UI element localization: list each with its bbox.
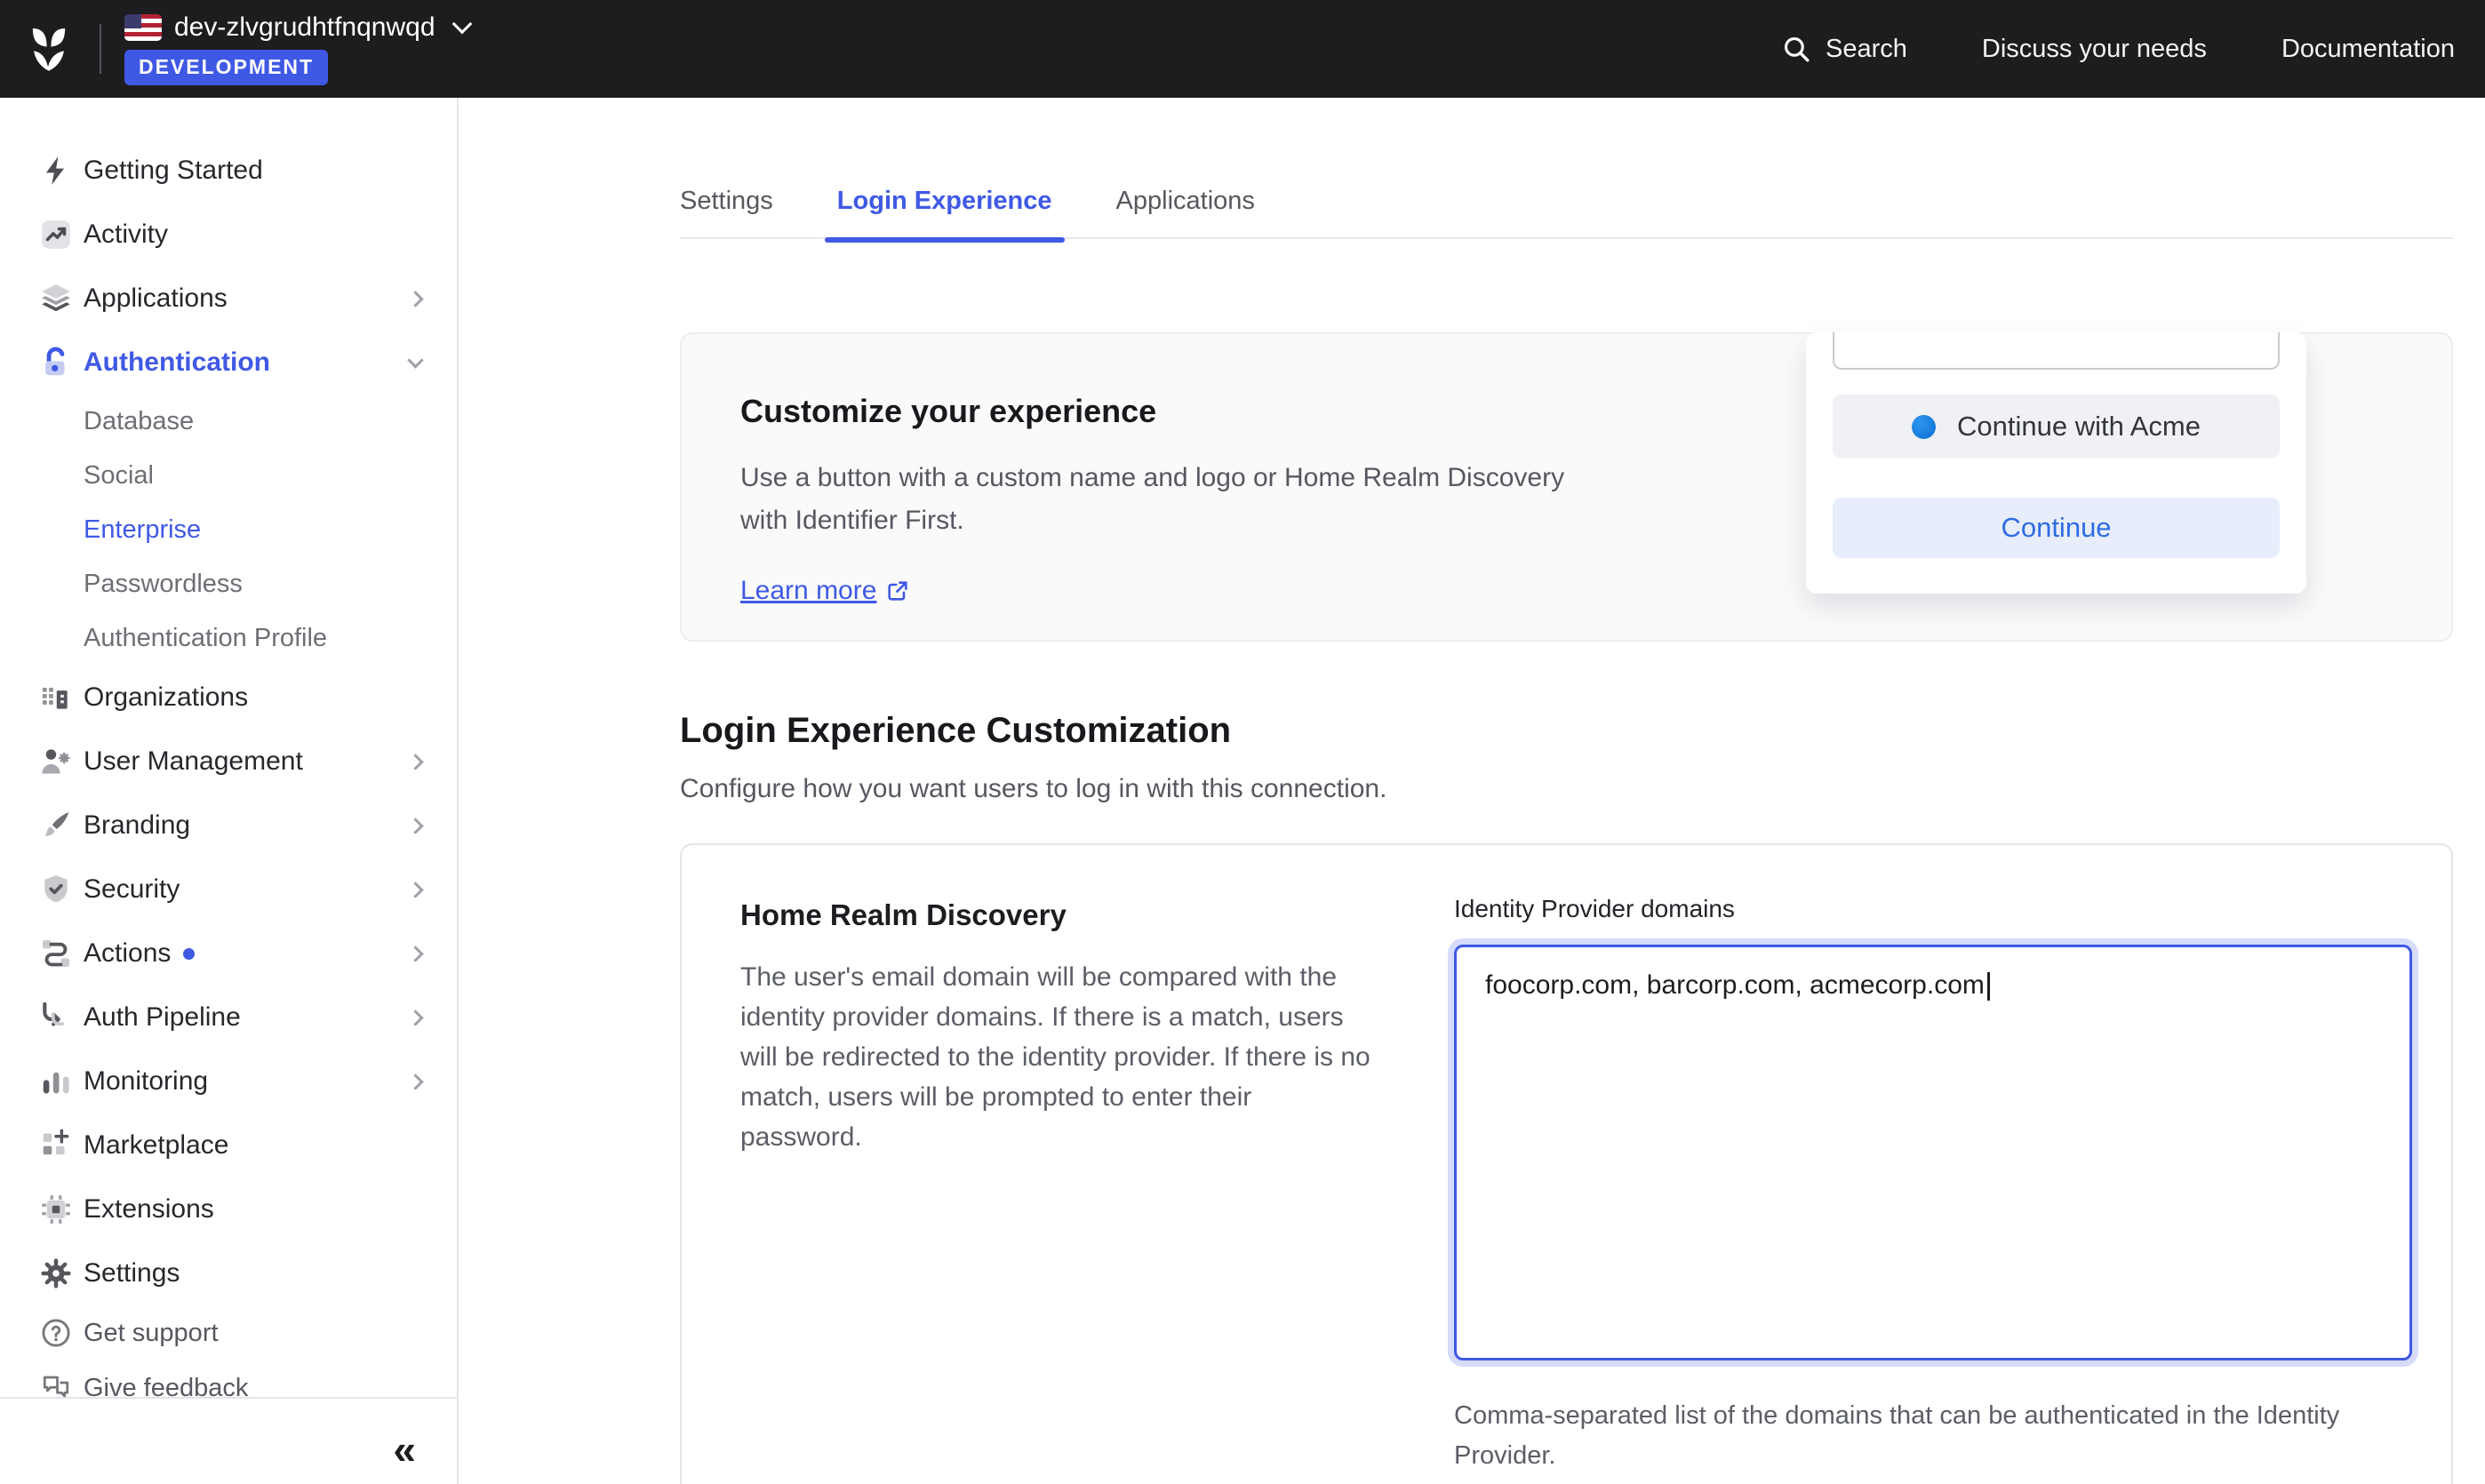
tenant-switcher[interactable]: dev-zlvgrudhtfnqnwqd DEVELOPMENT xyxy=(124,12,469,85)
customize-card-title: Customize your experience xyxy=(740,393,1611,430)
tab-settings[interactable]: Settings xyxy=(680,187,773,216)
home-realm-discovery-description: The user's email domain will be compared… xyxy=(740,957,1371,1157)
sidebar-item-applications[interactable]: Applications xyxy=(0,267,457,331)
tab-applications[interactable]: Applications xyxy=(1116,187,1255,216)
chip-icon xyxy=(36,1193,76,1226)
sidebar-item-monitoring[interactable]: Monitoring xyxy=(0,1049,457,1113)
chevron-right-icon xyxy=(407,945,423,961)
identity-provider-domains-helper: Comma-separated list of the domains that… xyxy=(1454,1396,2423,1476)
us-flag-icon xyxy=(124,14,162,41)
gear-icon xyxy=(36,1257,76,1290)
sidebar-item-user-management[interactable]: User Management xyxy=(0,730,457,794)
sidebar-item-passwordless[interactable]: Passwordless xyxy=(0,557,457,611)
collapse-sidebar-button[interactable]: « xyxy=(393,1429,416,1470)
login-preview-panel: Continue with Acme Continue xyxy=(1806,332,2306,594)
customize-card-description: Use a button with a custom name and logo… xyxy=(740,457,1585,542)
layers-icon xyxy=(36,282,76,315)
lightning-icon xyxy=(36,154,76,187)
sidebar-item-actions[interactable]: Actions xyxy=(0,922,457,985)
topbar-divider xyxy=(100,24,101,74)
chevron-right-icon xyxy=(407,291,423,307)
organizations-icon xyxy=(36,681,76,714)
tab-login-experience[interactable]: Login Experience xyxy=(837,187,1052,216)
continue-with-acme-button[interactable]: Continue with Acme xyxy=(1833,395,2280,459)
customize-experience-card: Customize your experience Use a button w… xyxy=(680,332,2453,642)
chevron-right-icon xyxy=(407,1009,423,1025)
chevron-right-icon xyxy=(407,818,423,834)
sidebar-item-extensions[interactable]: Extensions xyxy=(0,1177,457,1241)
search-icon xyxy=(1781,34,1811,64)
home-realm-discovery-title: Home Realm Discovery xyxy=(740,898,1371,932)
search-button[interactable]: Search xyxy=(1781,34,1907,64)
user-gear-icon xyxy=(36,745,76,778)
feedback-bubbles-icon xyxy=(36,1372,76,1404)
sidebar-item-organizations[interactable]: Organizations xyxy=(0,666,457,730)
environment-badge: DEVELOPMENT xyxy=(124,50,328,85)
sidebar: Getting Started Activity Applications Au… xyxy=(0,98,459,1484)
text-caret xyxy=(1987,972,1990,1001)
sidebar-item-activity[interactable]: Activity xyxy=(0,203,457,267)
bar-chart-icon xyxy=(36,1065,76,1098)
chevron-down-icon xyxy=(407,352,423,368)
sidebar-item-database[interactable]: Database xyxy=(0,395,457,449)
learn-more-link[interactable]: Learn more xyxy=(740,576,910,606)
marketplace-icon xyxy=(36,1129,76,1162)
flow-connector-icon xyxy=(36,937,76,970)
search-label: Search xyxy=(1826,35,1907,64)
chevron-right-icon xyxy=(407,1073,423,1089)
sidebar-item-social[interactable]: Social xyxy=(0,449,457,503)
chevron-right-icon xyxy=(407,882,423,898)
sidebar-item-authentication[interactable]: Authentication xyxy=(0,331,457,395)
sidebar-item-branding[interactable]: Branding xyxy=(0,794,457,858)
auth0-logo[interactable] xyxy=(23,23,75,75)
sidebar-item-auth-pipeline[interactable]: Auth Pipeline xyxy=(0,985,457,1049)
sidebar-footer-divider xyxy=(0,1397,457,1399)
identity-provider-domains-value: foocorp.com, barcorp.com, acmecorp.com xyxy=(1485,970,1985,1000)
sidebar-item-getting-started[interactable]: Getting Started xyxy=(0,139,457,203)
chevron-right-icon xyxy=(407,754,423,770)
external-link-icon xyxy=(885,578,910,603)
shield-check-icon xyxy=(36,873,76,906)
login-experience-customization-section: Login Experience Customization Configure… xyxy=(680,711,1386,804)
new-indicator-dot xyxy=(183,948,195,960)
home-realm-discovery-card: Home Realm Discovery The user's email do… xyxy=(680,843,2453,1484)
auth0-shield-icon xyxy=(23,23,75,75)
documentation-link[interactable]: Documentation xyxy=(2281,35,2455,64)
help-circle-icon xyxy=(36,1317,76,1349)
tenant-name: dev-zlvgrudhtfnqnwqd xyxy=(174,12,435,43)
discuss-your-needs-link[interactable]: Discuss your needs xyxy=(1982,35,2207,64)
identity-provider-domains-label: Identity Provider domains xyxy=(1454,895,2412,923)
acme-logo-icon xyxy=(1912,415,1936,439)
sidebar-item-security[interactable]: Security xyxy=(0,858,457,922)
sidebar-item-settings[interactable]: Settings xyxy=(0,1241,457,1305)
tab-bar: Settings Login Experience Applications xyxy=(680,187,2453,239)
chevron-down-icon xyxy=(451,14,472,35)
sidebar-item-give-feedback[interactable]: Give feedback xyxy=(0,1360,457,1416)
continue-with-acme-label: Continue with Acme xyxy=(1957,411,2201,443)
learn-more-label: Learn more xyxy=(740,576,876,606)
identity-provider-domains-input[interactable]: foocorp.com, barcorp.com, acmecorp.com xyxy=(1454,945,2412,1360)
sidebar-item-marketplace[interactable]: Marketplace xyxy=(0,1113,457,1177)
continue-button[interactable]: Continue xyxy=(1833,498,2280,558)
sidebar-item-get-support[interactable]: Get support xyxy=(0,1305,457,1360)
paintbrush-icon xyxy=(36,809,76,842)
continue-label: Continue xyxy=(2001,512,2111,544)
sidebar-item-authentication-profile[interactable]: Authentication Profile xyxy=(0,611,457,666)
preview-email-input xyxy=(1833,332,2280,370)
sidebar-item-enterprise[interactable]: Enterprise xyxy=(0,503,457,557)
activity-icon xyxy=(36,218,76,251)
section-title: Login Experience Customization xyxy=(680,711,1386,751)
section-subtitle: Configure how you want users to log in w… xyxy=(680,774,1386,804)
unlocked-padlock-icon xyxy=(36,346,76,379)
main-content: Settings Login Experience Applications C… xyxy=(459,98,2485,1484)
topbar: dev-zlvgrudhtfnqnwqd DEVELOPMENT Search … xyxy=(0,0,2485,98)
pipeline-arrow-icon xyxy=(36,1001,76,1034)
